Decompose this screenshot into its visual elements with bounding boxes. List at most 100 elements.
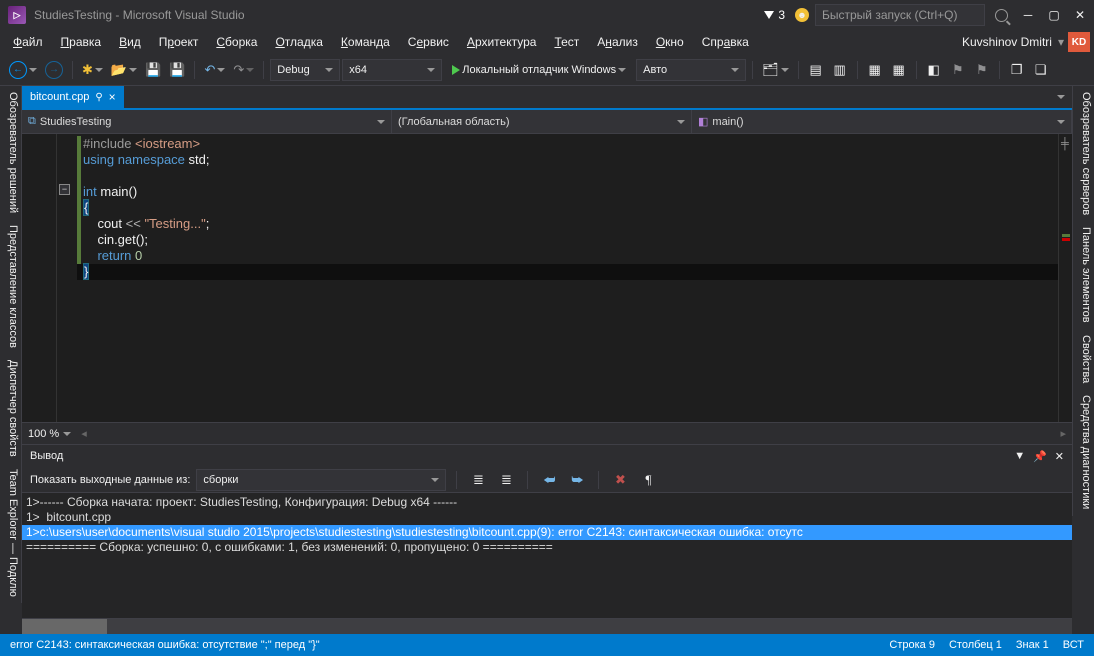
user-name[interactable]: Kuvshinov Dmitri (956, 35, 1058, 49)
start-debug-button[interactable]: Локальный отладчик Windows (444, 59, 634, 81)
notifications-button[interactable]: 3 (764, 8, 785, 22)
out-tb3[interactable]: ⮨ (538, 469, 560, 491)
title-bar: ▷ StudiesTesting - Microsoft Visual Stud… (0, 0, 1094, 30)
zoom-level[interactable]: 100 % (28, 428, 59, 440)
vs-logo-icon: ▷ (8, 6, 26, 24)
quick-launch-input[interactable]: Быстрый запуск (Ctrl+Q) (815, 4, 985, 26)
new-file-button[interactable]: ✱ (79, 59, 106, 81)
tb-icon1[interactable]: 🗂 (759, 59, 792, 81)
out-tb2[interactable]: ≣ (495, 469, 517, 491)
save-button[interactable]: 💾 (142, 59, 164, 81)
minimize-button[interactable]: ─ (1022, 9, 1034, 21)
tb-icon5[interactable]: ▦ (888, 59, 910, 81)
redo-button[interactable]: ↷ (230, 59, 257, 81)
undo-button[interactable]: ↶ (201, 59, 228, 81)
panel-close-icon[interactable]: ✕ (1055, 450, 1064, 463)
side-class-view[interactable]: Представление классов (0, 219, 22, 354)
nav-func-dropdown[interactable]: ◧main() (692, 110, 1072, 133)
tb-icon4[interactable]: ▦ (864, 59, 886, 81)
tab-close-button[interactable]: × (109, 90, 116, 104)
menu-team[interactable]: Команда (332, 32, 399, 52)
tb-icon6[interactable]: ◧ (923, 59, 945, 81)
side-toolbox[interactable]: Панель элементов (1072, 221, 1094, 329)
tab-filename: bitcount.cpp (30, 91, 89, 103)
main-toolbar: ← → ✱ 📂 💾 💾 ↶ ↷ Debug x64 Локальный отла… (0, 54, 1094, 86)
split-icon[interactable]: ╪ (1061, 136, 1069, 152)
menu-project[interactable]: Проект (150, 32, 208, 52)
out-tb4[interactable]: ⮩ (566, 469, 588, 491)
tb-icon2[interactable]: ▤ (805, 59, 827, 81)
pin-icon[interactable]: ⚲ (95, 92, 102, 103)
save-all-button[interactable]: 💾 (166, 59, 188, 81)
menu-build[interactable]: Сборка (207, 32, 266, 52)
side-diagnostics[interactable]: Средства диагностики (1072, 389, 1094, 515)
close-button[interactable]: ✕ (1074, 9, 1086, 21)
side-properties[interactable]: Свойства (1072, 329, 1094, 389)
status-bar: error C2143: синтаксическая ошибка: отсу… (0, 634, 1094, 656)
user-badge[interactable]: KD (1068, 32, 1090, 52)
overview-ruler[interactable]: ╪ (1058, 134, 1072, 422)
side-property-manager[interactable]: Диспетчер свойств (0, 354, 22, 463)
nav-fwd-button[interactable]: → (42, 59, 66, 81)
menu-tools[interactable]: Сервис (399, 32, 458, 52)
menu-test[interactable]: Тест (545, 32, 588, 52)
status-line: Строка 9 (889, 639, 935, 651)
output-text[interactable]: 1>------ Сборка начата: проект: StudiesT… (22, 493, 1072, 618)
feedback-button[interactable]: ☻ (795, 8, 809, 22)
search-icon (995, 9, 1008, 22)
window-title: StudiesTesting - Microsoft Visual Studio (34, 8, 245, 22)
processtype-dropdown[interactable]: Авто (636, 59, 746, 81)
menu-analyze[interactable]: Анализ (588, 32, 647, 52)
document-tab-strip: bitcount.cpp ⚲ × (22, 86, 1072, 110)
out-tb1[interactable]: ≣ (467, 469, 489, 491)
status-error[interactable]: error C2143: синтаксическая ошибка: отсу… (10, 639, 320, 651)
maximize-button[interactable]: ▢ (1048, 9, 1060, 21)
menu-view[interactable]: Вид (110, 32, 150, 52)
menu-edit[interactable]: Правка (52, 32, 111, 52)
output-line: ========== Сборка: успешно: 0, с ошибкам… (22, 540, 1072, 555)
navigation-bar: ⧉StudiesTesting (Глобальная область) ◧ma… (22, 110, 1072, 134)
fold-toggle[interactable]: − (59, 184, 70, 195)
editor-margin: − (22, 134, 77, 422)
configuration-dropdown[interactable]: Debug (270, 59, 340, 81)
nav-project-dropdown[interactable]: ⧉StudiesTesting (22, 110, 392, 133)
nav-scope-dropdown[interactable]: (Глобальная область) (392, 110, 692, 133)
output-line-error[interactable]: 1>c:\users\user\documents\visual studio … (22, 525, 1072, 540)
menu-bar: Файл Правка Вид Проект Сборка Отладка Ко… (0, 30, 1094, 54)
side-team-explorer[interactable]: Team Explorer — Подклю (0, 463, 22, 603)
menu-arch[interactable]: Архитектура (458, 32, 546, 52)
out-clear[interactable]: ✖ (609, 469, 631, 491)
code-area[interactable]: #include <iostream> using namespace std;… (77, 134, 1058, 422)
menu-debug[interactable]: Отладка (266, 32, 331, 52)
out-wrap[interactable]: ¶ (637, 469, 659, 491)
zoom-bar: 100 % ◂ ▸ (22, 422, 1072, 444)
status-ins: ВСТ (1063, 639, 1084, 651)
menu-file[interactable]: Файл (4, 32, 52, 52)
menu-window[interactable]: Окно (647, 32, 693, 52)
zoom-dropdown-icon[interactable] (63, 432, 71, 436)
panel-pin-icon[interactable]: 📌 (1033, 450, 1047, 463)
main-area: Обозреватель решений Представление класс… (0, 86, 1094, 634)
file-tab-bitcount[interactable]: bitcount.cpp ⚲ × (22, 86, 124, 108)
tb-icon10[interactable]: ❏ (1030, 59, 1052, 81)
code-editor[interactable]: − #include <iostream> using namespace st… (22, 134, 1072, 422)
tab-overflow-button[interactable] (1050, 86, 1072, 108)
tb-icon3[interactable]: ▥ (829, 59, 851, 81)
side-solution-explorer[interactable]: Обозреватель решений (0, 86, 22, 219)
nav-back-button[interactable]: ← (6, 59, 40, 81)
tb-icon8[interactable]: ⚑ (971, 59, 993, 81)
menu-help[interactable]: Справка (693, 32, 758, 52)
play-icon (452, 65, 460, 75)
flag-icon (764, 11, 774, 19)
platform-dropdown[interactable]: x64 (342, 59, 442, 81)
tb-icon7[interactable]: ⚑ (947, 59, 969, 81)
open-button[interactable]: 📂 (108, 59, 140, 81)
panel-dropdown-icon[interactable]: ▼ (1014, 450, 1025, 463)
output-toolbar: Показать выходные данные из: сборки ≣ ≣ … (22, 467, 1072, 493)
tb-icon9[interactable]: ❐ (1006, 59, 1028, 81)
output-scrollbar-h[interactable] (22, 618, 1072, 634)
output-source-dropdown[interactable]: сборки (196, 469, 446, 491)
output-header: Вывод ▼ 📌 ✕ (22, 445, 1072, 467)
status-char: Знак 1 (1016, 639, 1049, 651)
side-server-explorer[interactable]: Обозреватель серверов (1072, 86, 1094, 221)
